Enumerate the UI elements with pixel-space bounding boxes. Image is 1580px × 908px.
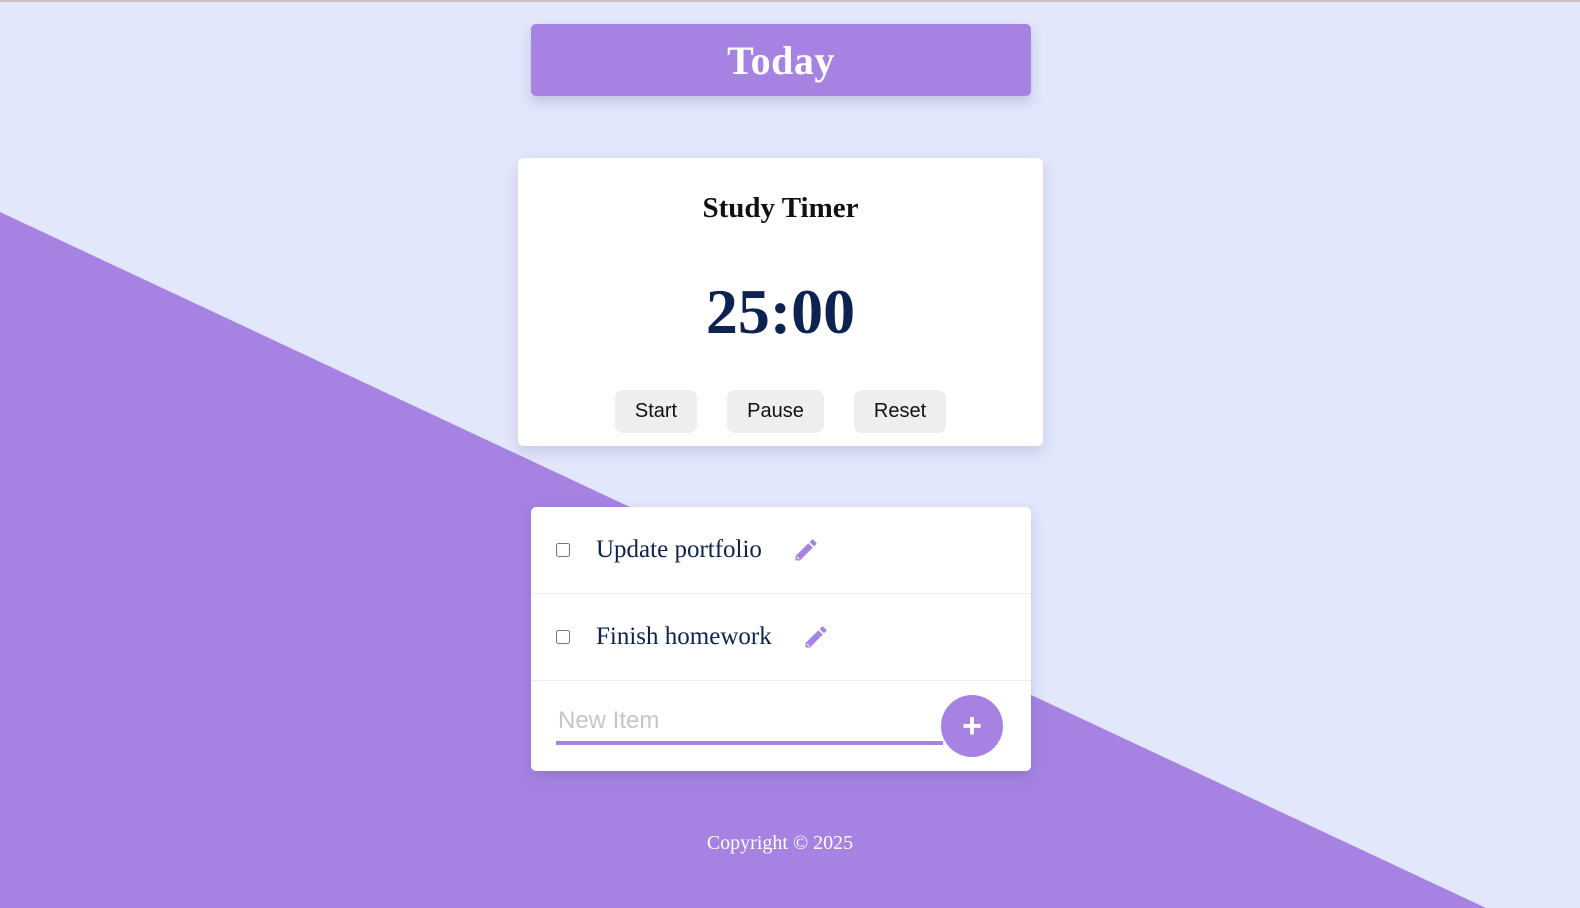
todo-list-card: Update portfolio Finish homework + <box>531 507 1031 771</box>
pause-button[interactable]: Pause <box>727 390 824 433</box>
add-item-button[interactable]: + <box>941 695 1003 757</box>
item-checkbox[interactable] <box>556 543 570 557</box>
start-button[interactable]: Start <box>615 390 697 433</box>
list-item: Finish homework <box>531 594 1031 681</box>
copyright-footer: Copyright © 2025 <box>706 832 854 854</box>
timer-title: Study Timer <box>702 192 859 224</box>
new-item-input[interactable] <box>556 701 943 745</box>
list-item: Update portfolio <box>531 507 1031 594</box>
study-timer-card: Study Timer 25:00 Start Pause Reset <box>518 158 1043 446</box>
item-checkbox[interactable] <box>556 630 570 644</box>
item-label: Finish homework <box>596 623 772 650</box>
timer-display: 25:00 <box>705 276 856 347</box>
pencil-icon[interactable] <box>802 623 830 651</box>
item-label: Update portfolio <box>596 536 762 563</box>
pencil-icon[interactable] <box>792 536 820 564</box>
page-heading-banner: Today <box>531 24 1031 96</box>
page-title: Today <box>727 37 835 83</box>
reset-button[interactable]: Reset <box>854 390 946 433</box>
background-diagonal-shape <box>0 212 1486 908</box>
new-item-row: + <box>531 681 1031 771</box>
